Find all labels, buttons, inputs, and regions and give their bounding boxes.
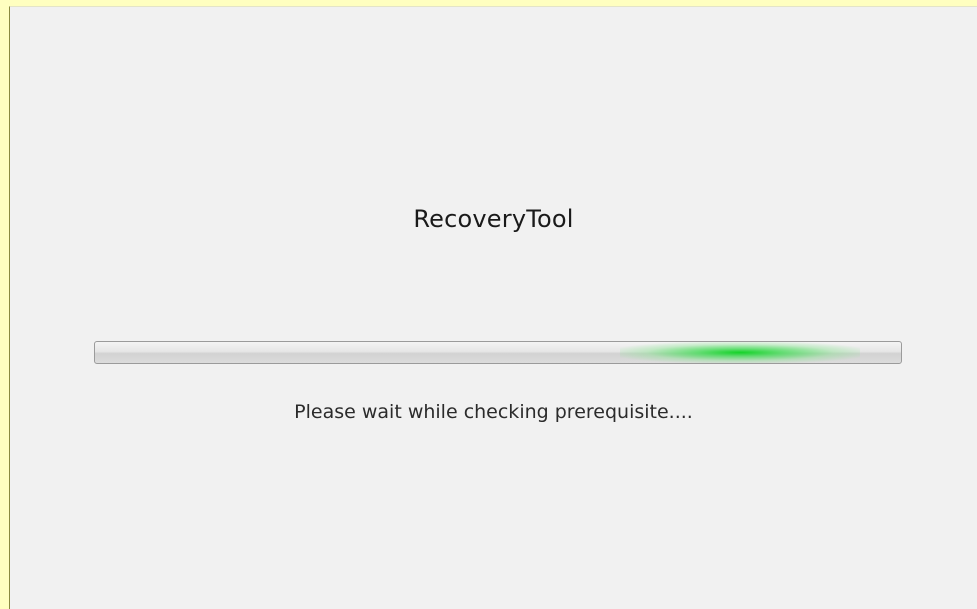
progress-bar [94,341,902,364]
splash-window: RecoveryTool Please wait while checking … [9,6,977,609]
progress-marquee-indicator [620,342,860,363]
app-title: RecoveryTool [413,205,574,233]
status-message: Please wait while checking prerequisite.… [294,401,693,423]
